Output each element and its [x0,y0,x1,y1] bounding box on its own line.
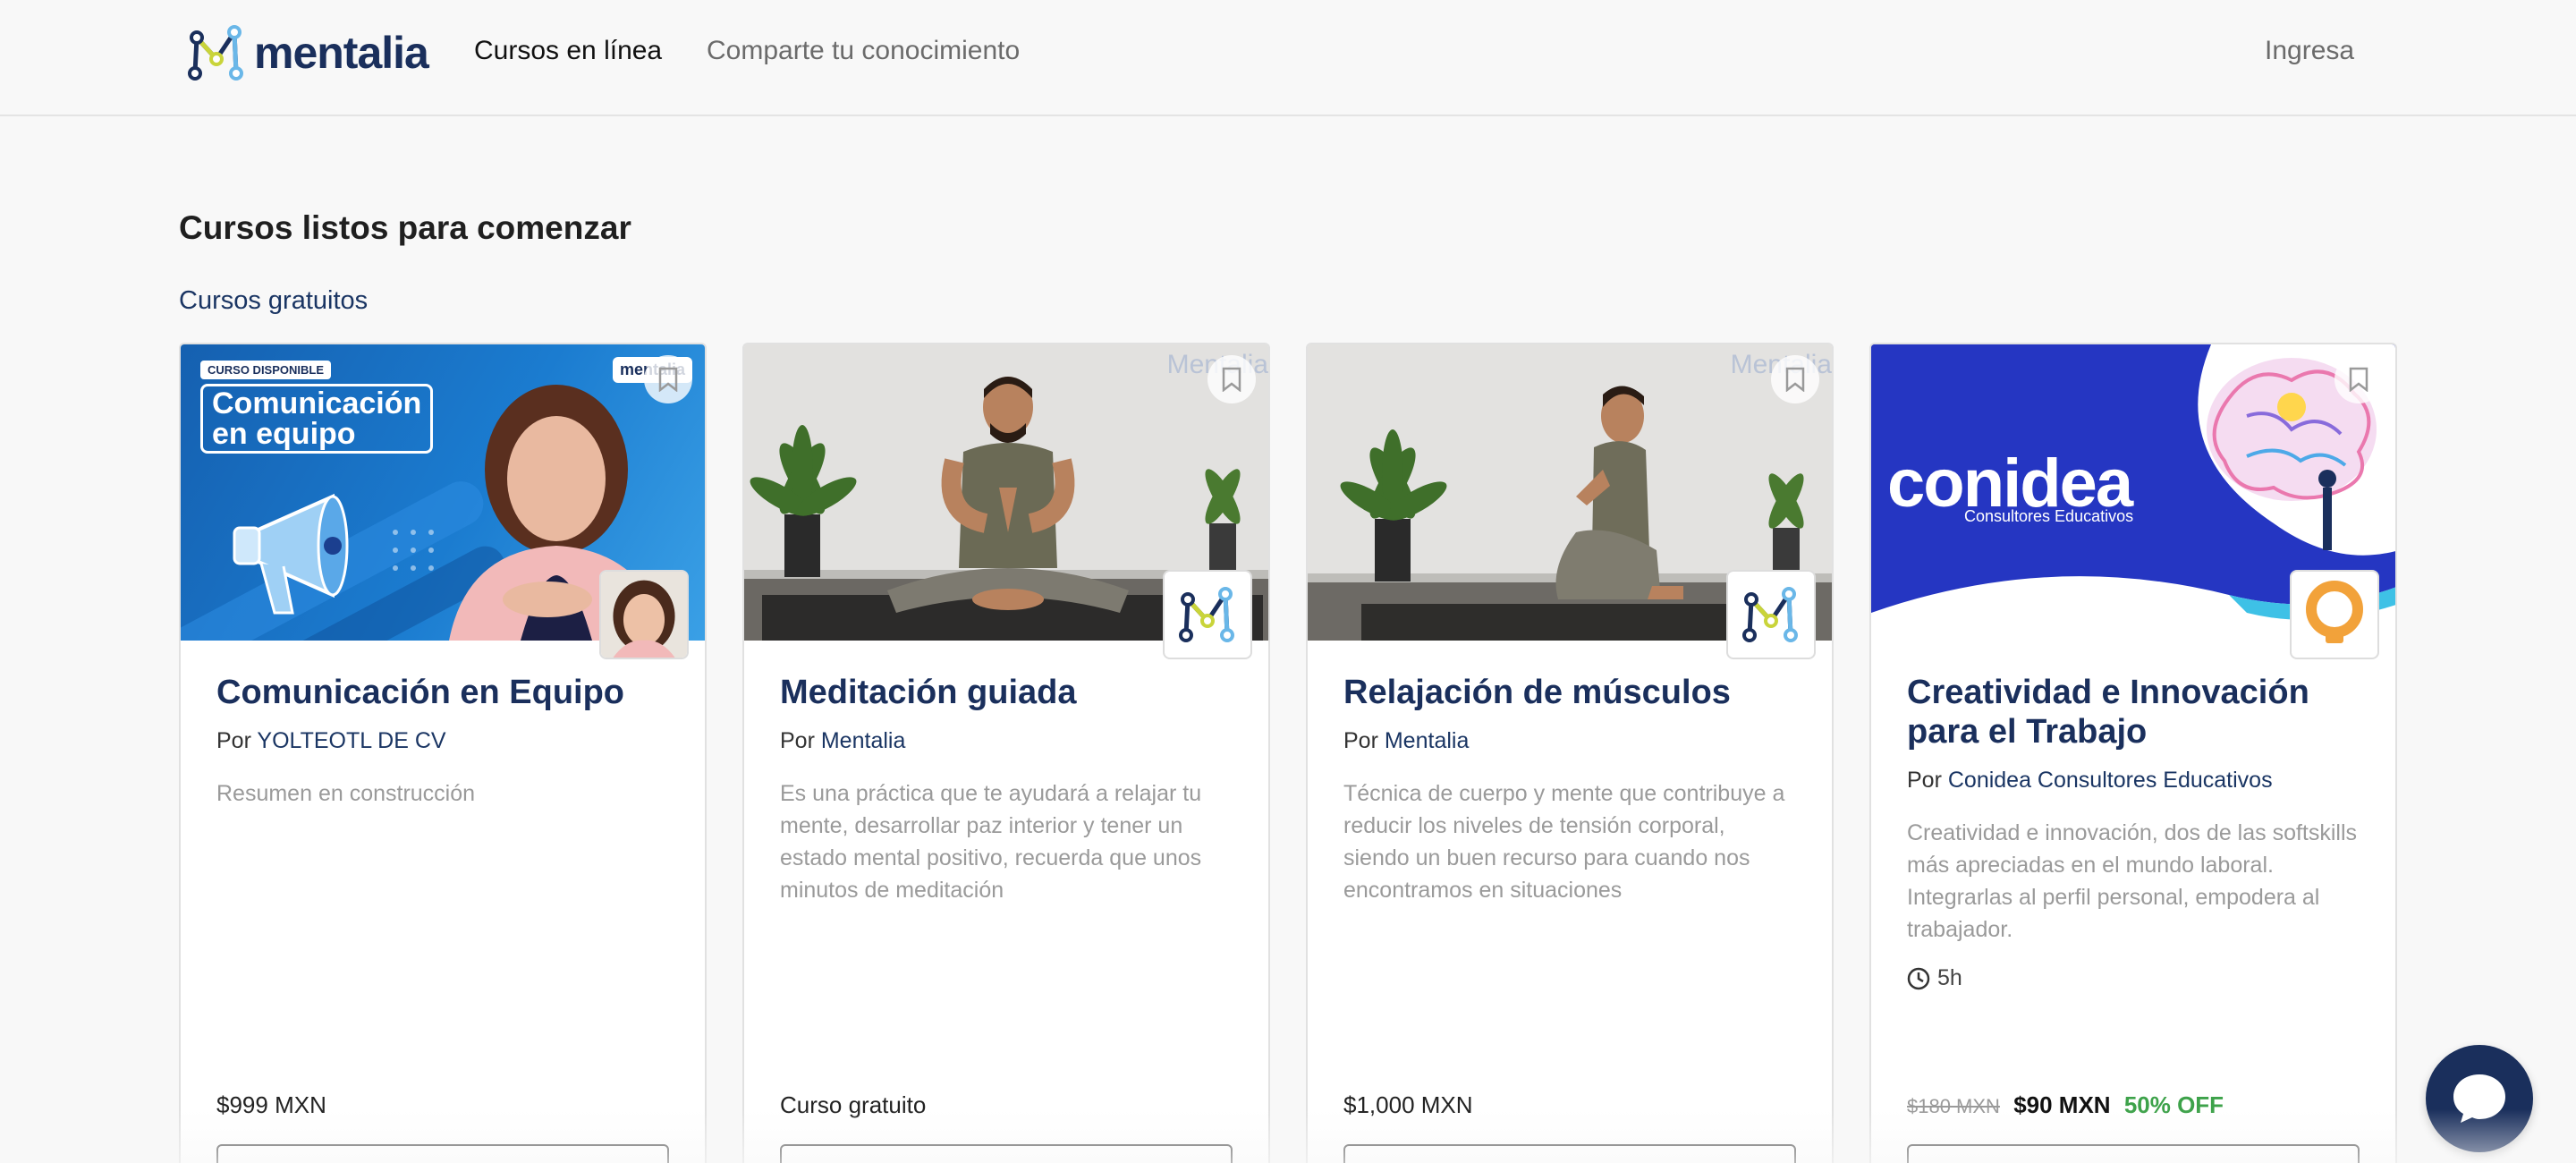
sale-price: $90 MXN [2013,1091,2111,1118]
course-price: $999 MXN [216,1091,326,1118]
author-link[interactable]: Mentalia [821,728,906,753]
course-image-title-line1: Comunicación [212,386,422,420]
bookmark-icon [658,367,678,392]
course-card-body: Meditación guiada Por Mentalia Es una pr… [744,673,1268,906]
course-title[interactable]: Creatividad e Innovación para el Trabajo [1907,673,2360,751]
course-card-body: Creatividad e Innovación para el Trabajo… [1871,673,2395,991]
course-description: Creatividad e innovación, dos de las sof… [1907,820,2358,942]
discount-label: 50% OFF [2123,1091,2224,1118]
partner-brand-subtitle: Consultores Educativos [1964,507,2134,525]
original-price: $180 MXN [1907,1095,2000,1117]
course-price: Curso gratuito [780,1091,927,1118]
nav-link-courses[interactable]: Cursos en línea [474,36,662,66]
bookmark-icon [1222,367,1241,392]
course-card-body: Relajación de músculos Por Mentalia Técn… [1308,673,1832,906]
lightbulb-logo-icon [2306,581,2363,643]
course-card[interactable]: conidea Consultores Educativos Creativid… [1869,343,2397,1163]
chat-icon [2453,1074,2505,1123]
author-prefix: Por [216,728,251,753]
top-navbar: mentalia Cursos en línea Comparte tu con… [0,0,2576,116]
bookmark-button[interactable] [2334,355,2383,403]
mentalia-logo-icon [1742,587,1798,642]
section-title: Cursos listos para comenzar [179,209,631,246]
course-title[interactable]: Relajación de músculos [1343,673,1796,712]
section-subtitle: Cursos gratuitos [179,286,369,315]
author-link[interactable]: Conidea Consultores Educativos [1948,768,2273,793]
get-course-button[interactable]: Obtener curso [1907,1144,2360,1163]
nav-link-login[interactable]: Ingresa [2265,36,2354,66]
course-description: Es una práctica que te ayudará a relajar… [780,781,1202,903]
course-author: Por Conidea Consultores Educativos [1907,768,2360,794]
get-course-button[interactable]: Obtener curso [216,1144,669,1163]
author-link[interactable]: YOLTEOTL DE CV [257,728,445,753]
course-title[interactable]: Meditación guiada [780,673,1233,712]
course-card[interactable]: Mentalia Meditación guiada Por Mentalia … [742,343,1270,1163]
get-course-button[interactable]: Obtener curso [1343,1144,1796,1163]
bookmark-icon [2349,367,2368,392]
mentalia-logo-icon [1179,587,1234,642]
course-card[interactable]: CURSO DISPONIBLE Comunicación en equipo … [179,343,707,1163]
clock-icon [1907,967,1930,989]
instructor-avatar [599,570,689,659]
author-prefix: Por [1907,768,1942,793]
instructor-avatar [1726,570,1816,659]
instructor-avatar-image [601,572,687,658]
brand-name: mentalia [254,28,429,78]
nav-link-share-knowledge[interactable]: Comparte tu conocimiento [707,36,1020,66]
course-title[interactable]: Comunicación en Equipo [216,673,669,712]
course-description: Técnica de cuerpo y mente que contribuye… [1343,781,1785,903]
course-duration: 5h [1907,965,2360,991]
course-author: Por YOLTEOTL DE CV [216,728,669,754]
bookmark-button[interactable] [1208,355,1256,403]
course-description: Resumen en construcción [216,781,476,806]
chat-widget-button[interactable] [2426,1045,2533,1152]
course-price: $1,000 MXN [1343,1091,1473,1118]
course-card[interactable]: Mentalia Relajación de músculos Por Ment… [1306,343,1834,1163]
course-duration-value: 5h [1937,965,1962,990]
course-author: Por Mentalia [780,728,1233,754]
bookmark-icon [1785,367,1805,392]
course-price: $180 MXN $90 MXN 50% OFF [1907,1091,2224,1119]
course-image-title-line2: en equipo [212,417,356,451]
author-prefix: Por [780,728,815,753]
course-card-body: Comunicación en Equipo Por YOLTEOTL DE C… [181,673,705,810]
course-image-title: Comunicación en equipo [200,384,434,454]
instructor-avatar [2290,570,2379,659]
mentalia-logo-icon [188,25,243,81]
instructor-avatar [1163,570,1252,659]
brand-logo[interactable]: mentalia [186,21,429,84]
bookmark-button[interactable] [1771,355,1819,403]
bookmark-button[interactable] [644,355,692,403]
author-prefix: Por [1343,728,1378,753]
course-author: Por Mentalia [1343,728,1796,754]
start-course-button[interactable]: Comenzar curso [780,1144,1233,1163]
course-image-badge: CURSO DISPONIBLE [200,361,332,379]
author-link[interactable]: Mentalia [1385,728,1470,753]
